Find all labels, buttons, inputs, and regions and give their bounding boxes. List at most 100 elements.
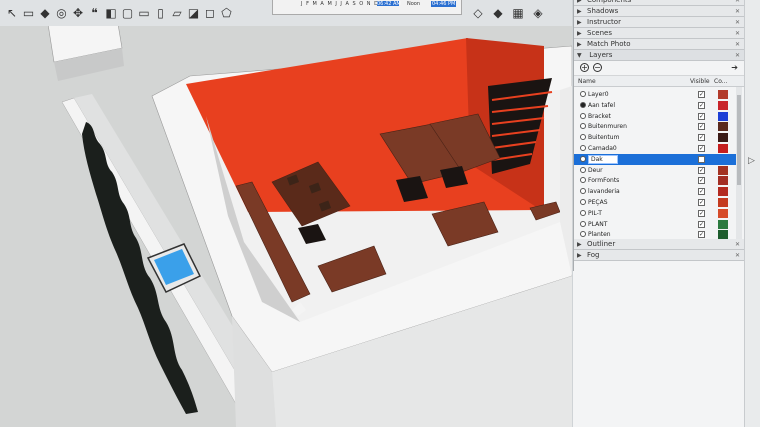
top-view-icon[interactable]: ▢	[120, 5, 136, 21]
layer-name[interactable]: Dak	[588, 154, 618, 164]
layer-color-swatch[interactable]	[718, 219, 728, 229]
layer-row[interactable]: Camada0 ✓	[574, 143, 736, 154]
layer-color-swatch[interactable]	[718, 154, 728, 164]
layer-row[interactable]: Dak	[574, 153, 736, 165]
layer-row[interactable]: PIL-T ✓	[574, 208, 736, 219]
layer-row[interactable]: Aan tafel ✓	[574, 100, 736, 111]
visible-checkbox[interactable]: ✓	[698, 166, 705, 174]
scrollbar-thumb[interactable]	[737, 95, 741, 185]
layer-row[interactable]: PEÇAS ✓	[574, 197, 736, 208]
visible-checkbox[interactable]: ✓	[698, 220, 705, 228]
layer-color-swatch[interactable]	[718, 100, 728, 110]
layer-row[interactable]: Buitentum ✓	[574, 132, 736, 143]
layer-color-swatch[interactable]	[718, 230, 728, 239]
footprints-icon[interactable]: ❝	[87, 5, 103, 21]
layers-scrollbar[interactable]	[736, 87, 742, 239]
layer-color-swatch[interactable]	[718, 208, 728, 218]
layer-color-swatch[interactable]	[718, 90, 728, 99]
model-scene[interactable]	[0, 26, 572, 427]
shaded-style-icon[interactable]: ◆	[490, 5, 506, 21]
panel-header-outliner[interactable]: ▶ Outliner ✕	[574, 239, 744, 250]
layer-color-swatch[interactable]	[718, 122, 728, 132]
layer-color-swatch[interactable]	[718, 198, 728, 207]
back-view-icon[interactable]: ▱	[169, 5, 185, 21]
add-layer-button[interactable]: +	[580, 63, 589, 72]
active-layer-radio[interactable]	[580, 101, 586, 108]
layer-row[interactable]: Deur ✓	[574, 165, 736, 176]
active-layer-radio[interactable]	[580, 145, 586, 151]
visible-checkbox[interactable]: ✓	[698, 209, 705, 217]
panel-header-scenes[interactable]: ▶ Scenes ✕	[574, 28, 744, 39]
layer-row[interactable]: Planten ✓	[574, 229, 736, 239]
active-layer-radio[interactable]	[580, 177, 586, 184]
xray-style-icon[interactable]: ◻	[202, 5, 218, 21]
column-name-header[interactable]: Name	[578, 78, 596, 85]
hidden-line-style-icon[interactable]: ◇	[470, 5, 486, 21]
close-icon[interactable]: ✕	[735, 28, 740, 39]
active-layer-radio[interactable]	[580, 199, 586, 205]
active-layer-radio[interactable]	[580, 188, 586, 195]
textured-style-icon[interactable]: ▦	[510, 5, 526, 21]
layers-panel-header[interactable]: ▼ Layers ✕	[574, 50, 744, 61]
iso-view-icon[interactable]: ◧	[103, 5, 119, 21]
orbit-icon[interactable]: ◎	[54, 5, 70, 21]
active-layer-radio[interactable]	[580, 91, 586, 97]
column-visible-header[interactable]: Visible	[690, 78, 710, 85]
layer-color-swatch[interactable]	[718, 133, 728, 143]
panel-header-fog[interactable]: ▶ Fog ✕	[574, 250, 744, 261]
expand-tray-icon[interactable]: ▷	[748, 156, 755, 166]
active-layer-radio[interactable]	[580, 220, 586, 227]
close-icon[interactable]: ✕	[735, 6, 740, 17]
details-arrow-icon[interactable]: ➔	[731, 63, 738, 72]
paint-bucket-icon[interactable]: ◆	[37, 5, 53, 21]
model-viewport[interactable]	[0, 26, 572, 427]
visible-checkbox[interactable]: ✓	[698, 134, 705, 142]
wireframe-style-icon[interactable]: ⬠	[219, 5, 235, 21]
select-icon[interactable]: ↖	[4, 5, 20, 21]
delete-layer-button[interactable]: −	[593, 63, 602, 72]
visible-checkbox[interactable]	[698, 155, 705, 163]
layer-color-swatch[interactable]	[718, 176, 728, 186]
active-layer-radio[interactable]	[580, 155, 586, 162]
month-scale[interactable]: J F M A M J J A S O N D	[301, 1, 379, 7]
close-icon[interactable]: ✕	[735, 17, 740, 28]
layer-color-swatch[interactable]	[718, 187, 728, 197]
panel-header-match-photo[interactable]: ▶ Match Photo ✕	[574, 39, 744, 50]
eraser-icon[interactable]: ▭	[21, 5, 37, 21]
visible-checkbox[interactable]: ✓	[698, 112, 705, 120]
visible-checkbox[interactable]: ✓	[698, 188, 705, 196]
panel-header-shadows[interactable]: ▶ Shadows ✕	[574, 6, 744, 17]
layer-color-swatch[interactable]	[718, 111, 728, 121]
visible-checkbox[interactable]: ✓	[698, 123, 705, 131]
active-layer-radio[interactable]	[580, 112, 586, 119]
close-icon[interactable]: ✕	[735, 50, 740, 61]
visible-checkbox[interactable]: ✓	[698, 91, 705, 98]
close-icon[interactable]: ✕	[735, 39, 740, 50]
visible-checkbox[interactable]: ✓	[698, 145, 705, 152]
left-view-icon[interactable]: ◪	[186, 5, 202, 21]
layer-row[interactable]: Layer0 ✓	[574, 89, 736, 100]
close-icon[interactable]: ✕	[735, 250, 740, 261]
column-color-header[interactable]: Co...	[714, 78, 727, 85]
active-layer-radio[interactable]	[580, 209, 586, 216]
active-layer-radio[interactable]	[580, 231, 586, 238]
front-view-icon[interactable]: ▭	[136, 5, 152, 21]
pan-icon[interactable]: ✥	[70, 5, 86, 21]
active-layer-radio[interactable]	[580, 134, 586, 141]
layer-row[interactable]: lavanderia ✓	[574, 186, 736, 197]
layer-color-swatch[interactable]	[718, 165, 728, 175]
panel-header-instructor[interactable]: ▶ Instructor ✕	[574, 17, 744, 28]
visible-checkbox[interactable]: ✓	[698, 101, 705, 109]
shadow-settings-bar[interactable]: J F M A M J J A S O N D 06:42 AM Noon 04…	[272, 0, 462, 15]
visible-checkbox[interactable]: ✓	[698, 231, 705, 239]
layer-row[interactable]: FormFonts ✓	[574, 175, 736, 186]
visible-checkbox[interactable]: ✓	[698, 177, 705, 185]
close-icon[interactable]: ✕	[735, 239, 740, 250]
active-layer-radio[interactable]	[580, 166, 586, 173]
layer-row[interactable]: Bracket ✓	[574, 111, 736, 122]
visible-checkbox[interactable]: ✓	[698, 199, 705, 206]
layer-row[interactable]: Buitenmuren ✓	[574, 121, 736, 132]
active-layer-radio[interactable]	[580, 123, 586, 130]
monochrome-style-icon[interactable]: ◈	[530, 5, 546, 21]
right-view-icon[interactable]: ▯	[153, 5, 169, 21]
